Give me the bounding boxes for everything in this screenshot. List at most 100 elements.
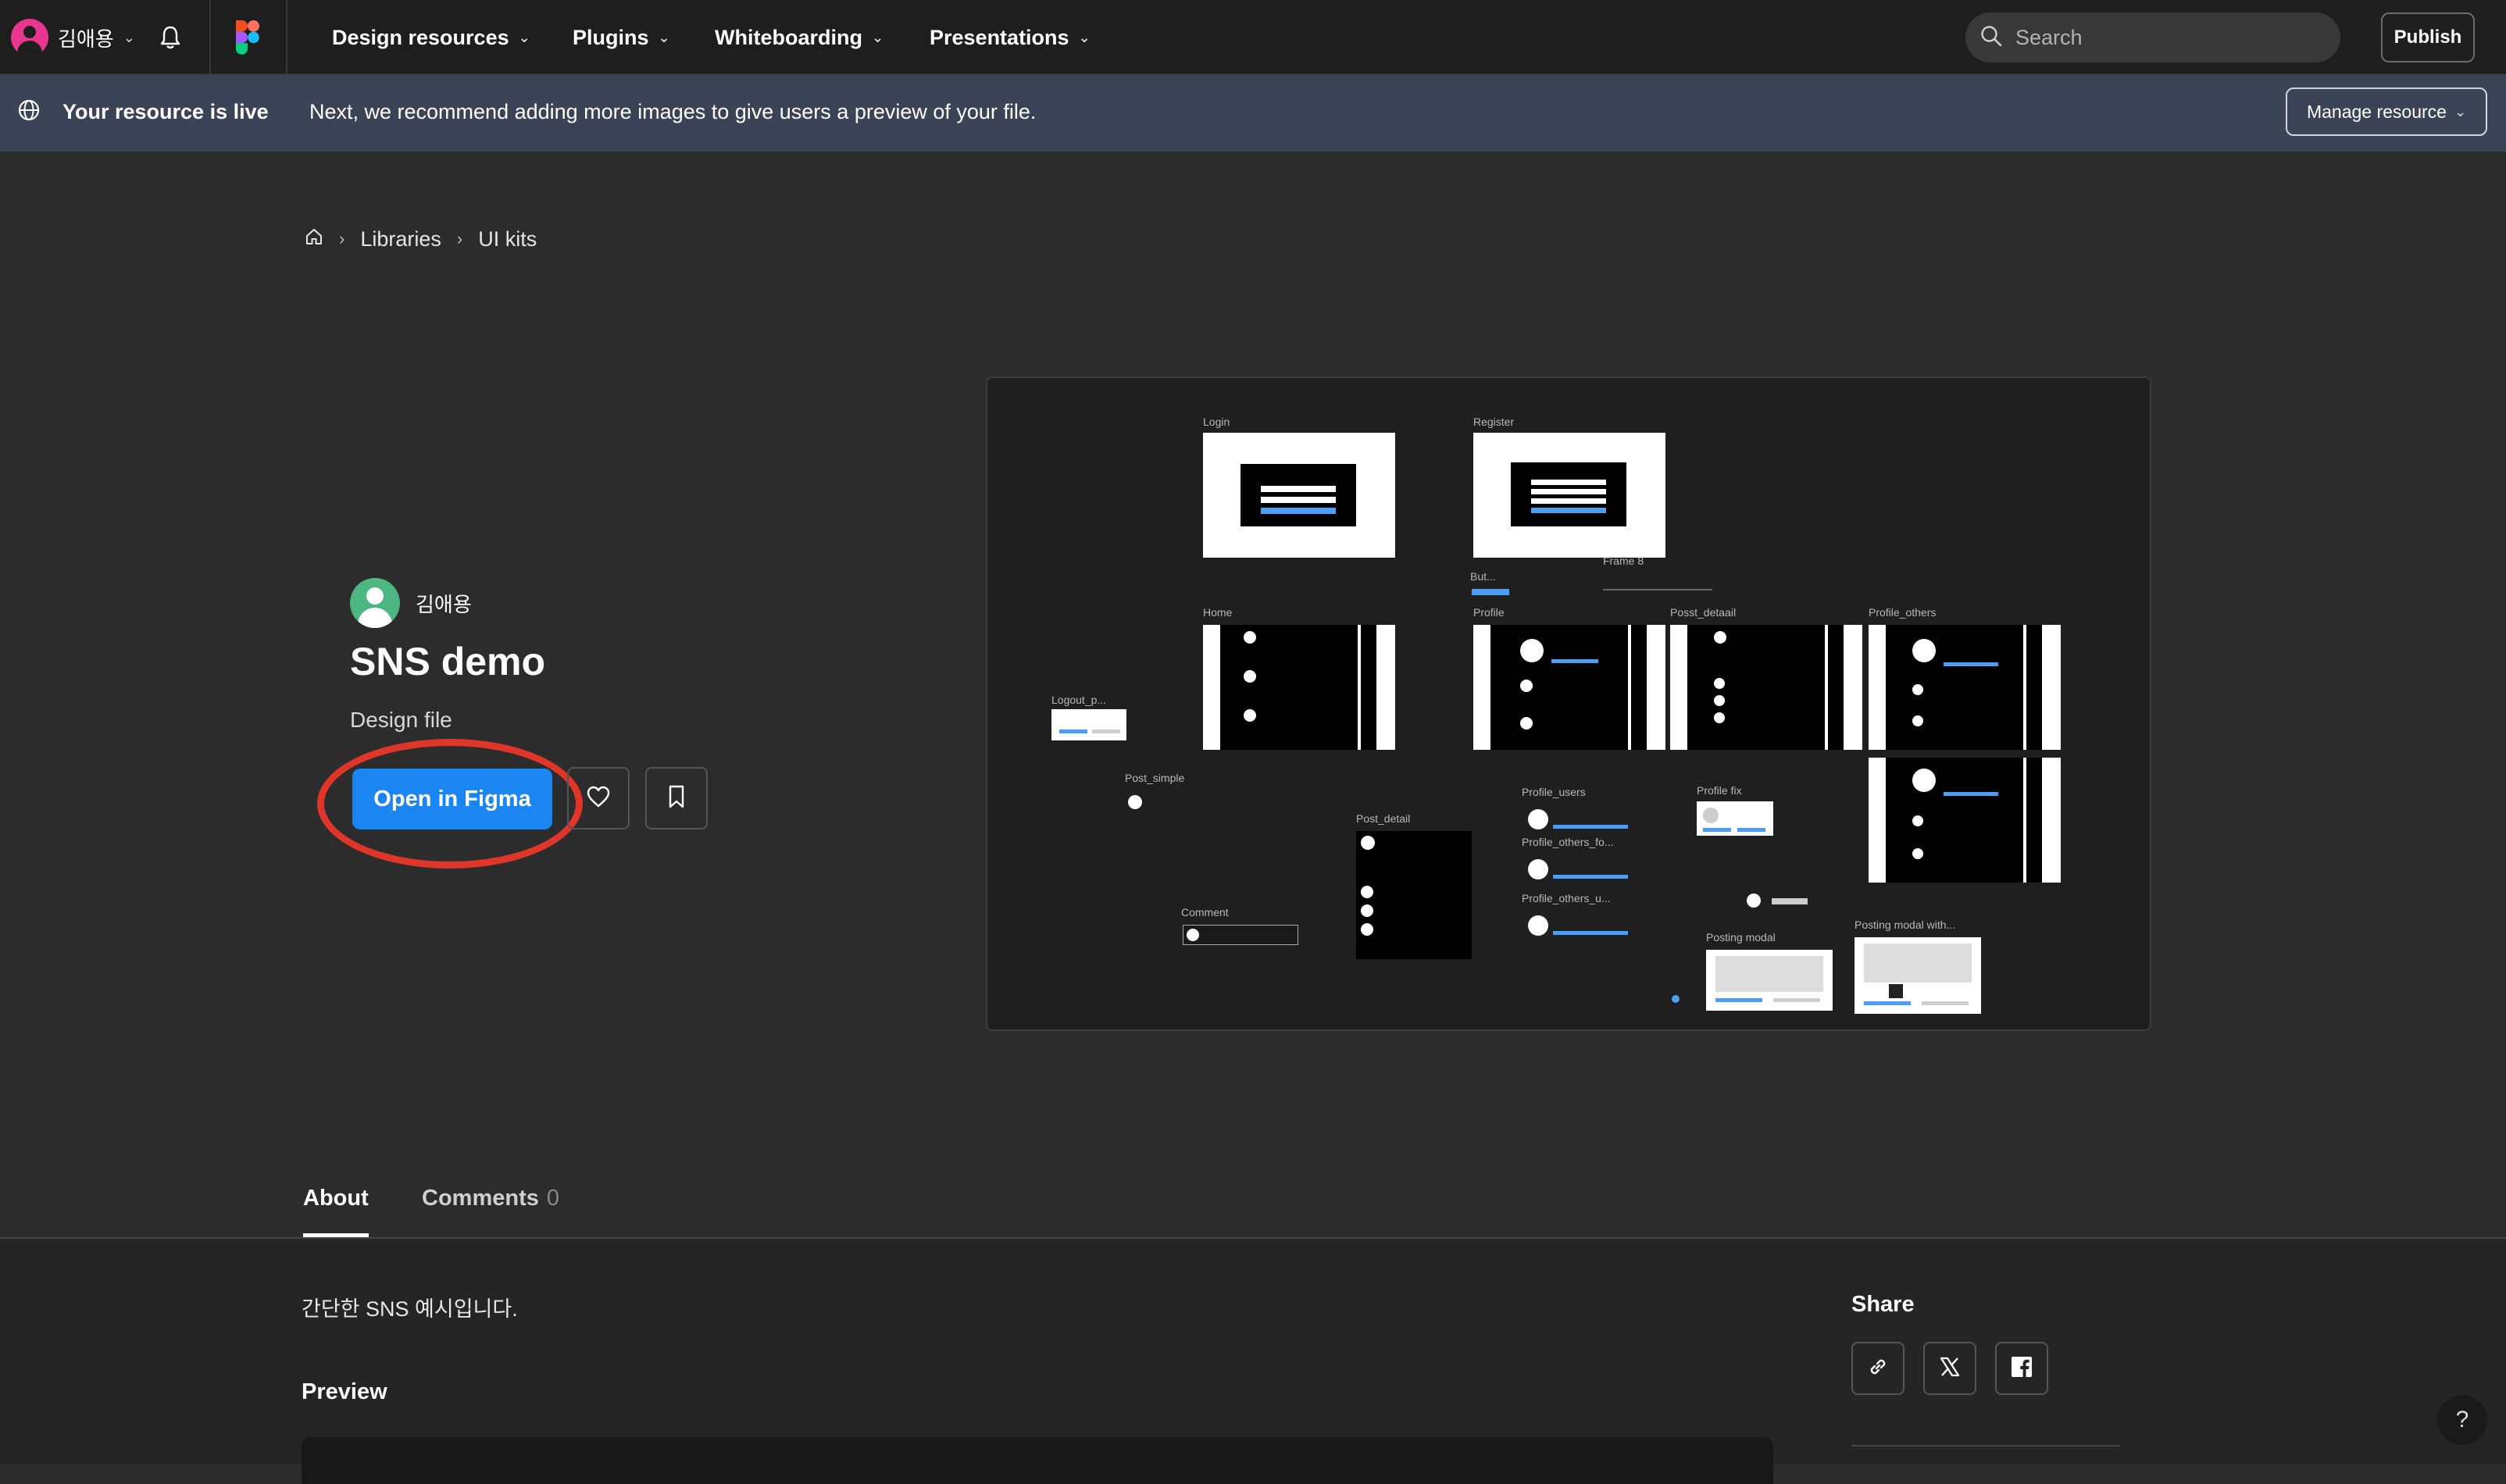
breadcrumb-libraries[interactable]: Libraries [360,227,441,251]
top-navigation: 김애용 ⌄ Design resources ⌄ Plugins ⌄ White… [0,0,2506,75]
globe-icon [17,98,41,126]
user-avatar [11,19,48,56]
breadcrumb-ui-kits[interactable]: UI kits [478,227,537,251]
frame-profile-users [1522,806,1637,834]
frame-profile-others-u [1522,912,1637,940]
author-avatar [350,578,400,628]
frame-label-profile-others: Profile_others [1869,606,1937,619]
frame-label-comment: Comment [1181,906,1229,919]
frame-profile [1473,625,1665,750]
figma-logo-icon[interactable] [236,20,259,55]
frame-label-profile-users: Profile_users [1522,786,1586,798]
frame-label-login: Login [1203,416,1230,428]
manage-resource-button[interactable]: Manage resource ⌄ [2286,87,2487,136]
frame-login [1203,433,1395,558]
frame-post-detail [1356,831,1472,959]
like-button[interactable] [567,767,630,829]
chevron-down-icon: ⌄ [871,29,884,45]
frame-label-profile-others-u: Profile_others_u... [1522,892,1611,904]
nav-divider [209,0,211,75]
about-section [0,1239,2506,1464]
frame-logout-popup [1051,709,1126,740]
copy-link-button[interactable] [1851,1342,1904,1395]
publish-button[interactable]: Publish [2381,12,2475,62]
frame-register [1473,433,1665,558]
frame-label-logout: Logout_p... [1051,694,1107,706]
frame-posting-modal [1706,950,1833,1011]
home-icon[interactable] [305,227,323,251]
frame-label-posting-modal-with: Posting modal with... [1855,919,1956,931]
nav-plugins[interactable]: Plugins ⌄ [573,20,670,55]
tab-about[interactable]: About [303,1186,369,1237]
frame-button-sample [1472,589,1509,595]
tab-about-label: About [303,1186,369,1211]
frame-label-but: But... [1470,570,1496,583]
chevron-down-icon: ⌄ [1078,29,1091,45]
preview-image-container [302,1437,1773,1484]
frame-comment [1183,925,1298,945]
heart-icon [586,785,611,812]
chevron-right-icon: › [456,229,463,248]
frame-post-simple [1128,795,1142,809]
facebook-icon [2009,1354,2034,1383]
frame-profile-fix [1697,801,1773,836]
search-box[interactable] [1965,12,2340,62]
frame-dot [1672,995,1680,1003]
open-in-figma-button[interactable]: Open in Figma [352,769,552,829]
user-menu[interactable]: 김애용 ⌄ [11,19,135,56]
nav-plugins-label: Plugins [573,25,649,49]
nav-whiteboarding-label: Whiteboarding [715,25,862,49]
tab-comments[interactable]: Comments 0 [422,1186,559,1237]
frame-avatar-sample [1747,894,1761,908]
help-label: ? [2455,1407,2469,1432]
frame-label-register: Register [1473,416,1515,428]
nav-divider [286,0,287,75]
frame-label-profile-fix: Profile fix [1697,784,1742,797]
file-preview-thumbnail[interactable]: Login Register But... Frame 8 Home Profi… [986,376,2151,1031]
nav-design-resources-label: Design resources [332,25,509,49]
frame-label-posting-modal: Posting modal [1706,931,1776,944]
frame-label-profile-others-fo: Profile_others_fo... [1522,836,1614,848]
help-button[interactable]: ? [2437,1395,2487,1445]
chevron-down-icon: ⌄ [518,29,530,45]
nav-whiteboarding[interactable]: Whiteboarding ⌄ [715,20,884,55]
manage-resource-label: Manage resource [2306,101,2447,122]
bookmark-icon [667,784,686,813]
share-x-button[interactable] [1923,1342,1976,1395]
frame-label-post-simple: Post_simple [1125,772,1185,784]
share-facebook-button[interactable] [1995,1342,2048,1395]
author-name: 김애용 [416,592,472,616]
share-divider [1851,1445,2120,1447]
user-name: 김애용 [58,27,114,51]
bookmark-button[interactable] [645,767,708,829]
frame-profile-others-fo [1522,856,1637,884]
nav-design-resources[interactable]: Design resources ⌄ [332,20,530,55]
bell-icon[interactable] [155,22,186,53]
frame-input-sample [1772,898,1808,904]
search-input[interactable] [2014,24,2311,51]
frame-label-posst-detaail: Posst_detaail [1670,606,1737,619]
comments-count: 0 [546,1186,559,1211]
banner-title: Your resource is live [62,100,269,123]
share-heading: Share [1851,1292,1915,1317]
frame-8 [1603,589,1712,590]
breadcrumb: › Libraries › UI kits [305,223,537,255]
nav-presentations-label: Presentations [930,25,1069,49]
search-icon [1979,24,2003,52]
resource-title: SNS demo [350,640,546,683]
x-logo-icon [1937,1354,1962,1383]
frame-label-frame8: Frame 8 [1603,555,1644,567]
frame-posst-detaail [1670,625,1862,750]
chevron-down-icon: ⌄ [658,29,670,45]
tab-comments-label: Comments [422,1186,539,1211]
frame-profile-others-2 [1869,758,2061,883]
frame-home [1203,625,1395,750]
author-info[interactable]: 김애용 [350,578,472,628]
frame-label-post-detail: Post_detail [1356,812,1411,825]
nav-presentations[interactable]: Presentations ⌄ [930,20,1091,55]
frame-profile-others [1869,625,2061,750]
chevron-down-icon: ⌄ [2454,103,2467,120]
link-icon [1865,1354,1890,1383]
resource-type: Design file [350,708,452,732]
preview-heading: Preview [302,1379,387,1404]
